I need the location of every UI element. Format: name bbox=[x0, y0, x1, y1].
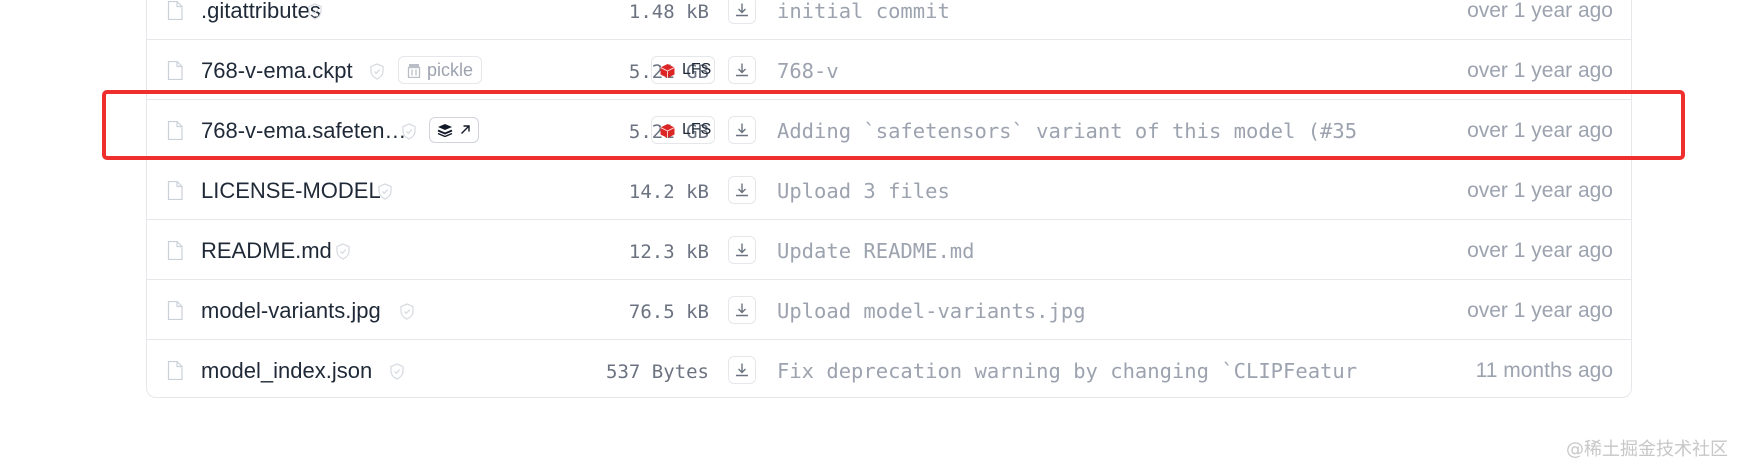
file-icon bbox=[167, 61, 183, 80]
external-link-arrow-icon bbox=[461, 125, 470, 134]
download-button[interactable] bbox=[728, 176, 756, 204]
shield-check-icon bbox=[400, 303, 414, 320]
file-row-highlighted[interactable]: 768-v-ema.safeten… 5.21 GB LFS Adding `s… bbox=[147, 100, 1631, 160]
download-icon bbox=[736, 303, 748, 317]
file-size: 537 Bytes bbox=[606, 361, 709, 383]
file-size: 1.48 kB bbox=[628, 1, 709, 23]
file-icon bbox=[167, 301, 183, 320]
file-row[interactable]: README.md 12.3 kB Update README.md over … bbox=[147, 220, 1631, 280]
shield-check-icon bbox=[402, 123, 416, 140]
download-button[interactable] bbox=[728, 56, 756, 84]
commit-message-link[interactable]: Update README.md bbox=[777, 239, 1397, 263]
pickle-badge[interactable]: pickle bbox=[398, 56, 482, 84]
lfs-badge: LFS bbox=[651, 116, 715, 144]
file-name-link[interactable]: model_index.json bbox=[201, 358, 372, 384]
lfs-label: LFS bbox=[682, 61, 712, 78]
shield-check-icon bbox=[336, 243, 350, 260]
file-name-link[interactable]: model-variants.jpg bbox=[201, 298, 381, 324]
last-modified-date: over 1 year ago bbox=[1467, 299, 1613, 322]
last-modified-date: over 1 year ago bbox=[1467, 239, 1613, 262]
safetensors-viewer-button[interactable] bbox=[429, 117, 479, 143]
download-button[interactable] bbox=[728, 0, 756, 24]
download-button[interactable] bbox=[728, 116, 756, 144]
shield-check-icon bbox=[390, 363, 404, 380]
commit-message-link[interactable]: 768-v bbox=[777, 59, 1397, 83]
file-size: 14.2 kB bbox=[628, 181, 709, 203]
last-modified-date: over 1 year ago bbox=[1467, 179, 1613, 202]
file-row[interactable]: model-variants.jpg 76.5 kB Upload model-… bbox=[147, 280, 1631, 340]
last-modified-date: over 1 year ago bbox=[1467, 0, 1613, 22]
lfs-badge: LFS bbox=[651, 56, 715, 84]
file-list-table: .gitattributes 1.48 kB initial commit ov… bbox=[146, 0, 1632, 398]
download-icon bbox=[736, 243, 748, 257]
file-row[interactable]: .gitattributes 1.48 kB initial commit ov… bbox=[147, 0, 1631, 40]
pickle-jar-icon bbox=[407, 64, 421, 78]
last-modified-date: over 1 year ago bbox=[1467, 59, 1613, 82]
download-icon bbox=[736, 123, 748, 137]
file-row[interactable]: LICENSE-MODEL 14.2 kB Upload 3 files ove… bbox=[147, 160, 1631, 220]
file-name-link[interactable]: 768-v-ema.safeten… bbox=[201, 118, 406, 144]
shield-check-icon bbox=[378, 183, 392, 200]
download-button[interactable] bbox=[728, 356, 756, 384]
download-icon bbox=[736, 363, 748, 377]
file-row[interactable]: model_index.json 537 Bytes Fix deprecati… bbox=[147, 340, 1631, 400]
file-icon bbox=[167, 241, 183, 260]
download-icon bbox=[736, 183, 748, 197]
file-icon bbox=[167, 121, 183, 140]
shield-check-icon bbox=[308, 3, 322, 20]
download-button[interactable] bbox=[728, 236, 756, 264]
last-modified-date: 11 months ago bbox=[1475, 359, 1613, 382]
download-icon bbox=[736, 3, 748, 17]
commit-message-link[interactable]: Adding `safetensors` variant of this mod… bbox=[777, 119, 1397, 143]
commit-message-link[interactable]: Upload 3 files bbox=[777, 179, 1397, 203]
file-icon bbox=[167, 361, 183, 380]
watermark-text: @稀土掘金技术社区 bbox=[1566, 439, 1728, 460]
file-size: 12.3 kB bbox=[628, 241, 709, 263]
file-size: 76.5 kB bbox=[628, 301, 709, 323]
download-button[interactable] bbox=[728, 296, 756, 324]
lfs-label: LFS bbox=[682, 121, 712, 138]
file-row[interactable]: 768-v-ema.ckpt pickle 5.21 GB LFS 768-v … bbox=[147, 40, 1631, 100]
lfs-cube-icon bbox=[660, 124, 675, 138]
file-name-link[interactable]: 768-v-ema.ckpt bbox=[201, 58, 353, 84]
lfs-cube-icon bbox=[660, 64, 675, 78]
file-icon bbox=[167, 1, 183, 20]
file-name-link[interactable]: README.md bbox=[201, 238, 332, 264]
download-icon bbox=[736, 63, 748, 77]
file-name-link[interactable]: .gitattributes bbox=[201, 0, 321, 24]
shield-check-icon bbox=[370, 63, 384, 80]
last-modified-date: over 1 year ago bbox=[1467, 119, 1613, 142]
commit-message-link[interactable]: Fix deprecation warning by changing `CLI… bbox=[777, 359, 1397, 383]
file-icon bbox=[167, 181, 183, 200]
commit-message-link[interactable]: initial commit bbox=[777, 0, 1397, 23]
safetensors-layers-icon bbox=[437, 124, 453, 137]
file-name-link[interactable]: LICENSE-MODEL bbox=[201, 178, 381, 204]
repo-file-browser: .gitattributes 1.48 kB initial commit ov… bbox=[0, 0, 1738, 465]
commit-message-link[interactable]: Upload model-variants.jpg bbox=[777, 299, 1397, 323]
pickle-label: pickle bbox=[427, 60, 474, 80]
